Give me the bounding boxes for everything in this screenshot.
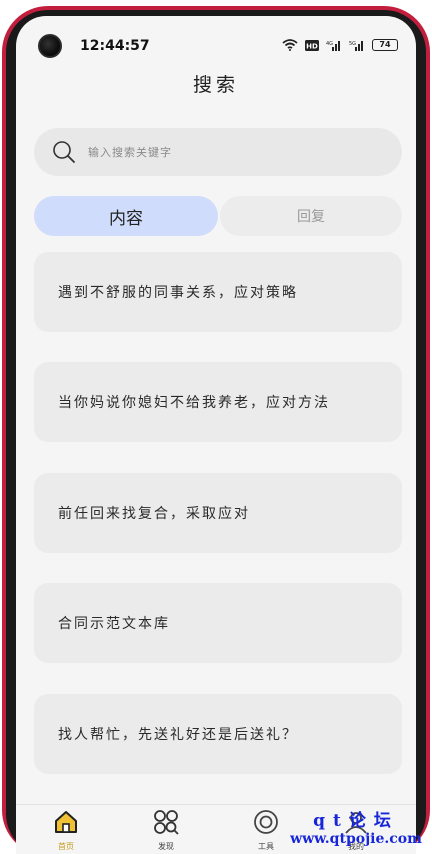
watermark-url: www.qtpojie.com	[290, 831, 422, 847]
wifi-icon	[282, 39, 298, 51]
svg-text:HD: HD	[306, 42, 318, 50]
battery-indicator: 74	[372, 39, 398, 51]
status-icons: HD 4G 5G 74	[282, 39, 398, 51]
result-card[interactable]: 合同示范文本库	[34, 583, 402, 663]
search-placeholder: 输入搜索关键字	[88, 146, 172, 159]
nav-home[interactable]: 首页	[36, 809, 96, 852]
svg-text:5G: 5G	[349, 41, 356, 47]
result-card[interactable]: 找人帮忙，先送礼好还是后送礼？	[34, 694, 402, 774]
svg-text:4G: 4G	[326, 41, 333, 47]
search-input[interactable]: 输入搜索关键字	[34, 128, 402, 176]
app-screen: 12:44:57 HD 4G 5G 74 搜索 输入搜索关键字 内容 回复 遇到…	[16, 16, 416, 854]
signal-icon: 5G	[349, 41, 363, 51]
home-icon	[55, 811, 77, 833]
signal-icon: 4G	[326, 41, 340, 51]
status-bar: 12:44:57 HD 4G 5G 74	[16, 16, 416, 60]
watermark-title: qt论坛	[313, 811, 399, 831]
status-time: 12:44:57	[80, 38, 150, 54]
nav-home-label: 首页	[58, 842, 74, 851]
nav-discover-label: 发现	[158, 842, 174, 851]
result-card[interactable]: 遇到不舒服的同事关系，应对策略	[34, 252, 402, 332]
tab-content[interactable]: 内容	[34, 196, 218, 236]
hd-icon: HD	[305, 39, 319, 51]
search-icon	[53, 141, 75, 163]
page-title: 搜索	[192, 74, 239, 96]
grid-icon	[154, 810, 179, 835]
tool-icon	[254, 810, 278, 834]
tab-replies[interactable]: 回复	[220, 196, 402, 236]
tab-bar-top: 内容 回复	[34, 196, 402, 236]
watermark: qt论坛 www.qtpojie.com	[282, 806, 430, 847]
result-card[interactable]: 前任回来找复合，采取应对	[34, 473, 402, 553]
front-camera	[38, 34, 62, 58]
nav-discover[interactable]: 发现	[136, 809, 196, 852]
result-card[interactable]: 当你妈说你媳妇不给我养老，应对方法	[34, 362, 402, 442]
